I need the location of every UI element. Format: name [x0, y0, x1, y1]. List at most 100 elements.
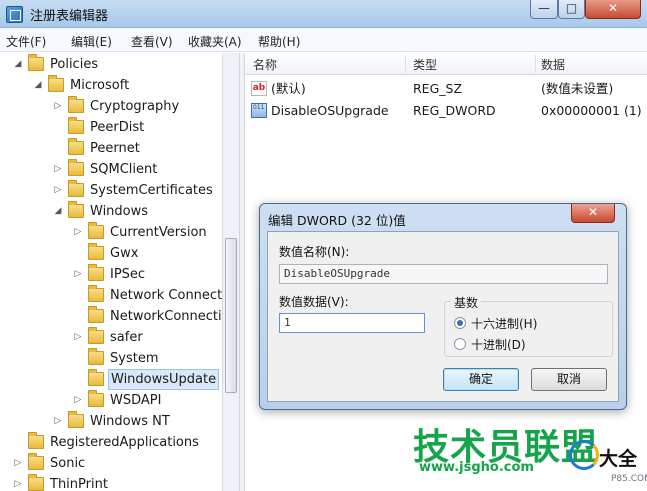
folder-icon — [88, 243, 104, 260]
value-data: (数值未设置) — [541, 81, 614, 96]
tree-item-label: Sonic — [50, 456, 86, 471]
folder-icon — [28, 432, 44, 449]
tree-item-label: IPSec — [110, 267, 146, 282]
watermark-small-text: P85.COM — [611, 474, 647, 484]
ok-button[interactable]: 确定 — [443, 368, 519, 391]
tree-item-label: Network Connecti — [110, 288, 222, 303]
tree-item-label: System — [110, 351, 159, 366]
tree-item-label: SystemCertificates — [90, 183, 213, 198]
minimize-button[interactable]: — — [530, 0, 558, 19]
expand-arrow-icon[interactable]: ▷ — [53, 180, 63, 201]
watermark-sub: 大全 — [599, 448, 638, 470]
menu-favorites[interactable]: 收藏夹(A) — [188, 33, 242, 50]
dialog-body: 数值名称(N): DisableOSUpgrade 数值数据(V): 1 基数 … — [267, 231, 619, 402]
folder-icon — [88, 285, 104, 302]
expand-arrow-icon[interactable]: ▷ — [13, 474, 23, 491]
folder-icon — [88, 264, 104, 281]
value-row-default[interactable]: ab (默认) REG_SZ (数值未设置) — [245, 78, 647, 100]
expand-arrow-icon[interactable]: ▷ — [53, 411, 63, 432]
folder-icon — [68, 138, 84, 155]
menu-help[interactable]: 帮助(H) — [258, 33, 300, 50]
expand-arrow-icon[interactable]: ▷ — [53, 96, 63, 117]
tree-item-label: safer — [110, 330, 143, 345]
tree-item-label: WindowsUpdate — [108, 369, 220, 390]
folder-icon — [28, 54, 44, 71]
value-row-disableosupgrade[interactable]: DisableOSUpgrade REG_DWORD 0x00000001 (1… — [245, 100, 647, 122]
tree-item-label: RegisteredApplications — [50, 435, 199, 450]
tree-item-label: Microsoft — [70, 78, 130, 93]
value-type: REG_DWORD — [413, 103, 496, 118]
tree-scrollbar[interactable] — [222, 53, 239, 491]
folder-icon — [68, 201, 84, 218]
collapse-arrow-icon[interactable]: ◢ — [33, 75, 43, 96]
folder-icon — [68, 159, 84, 176]
column-divider[interactable] — [535, 55, 536, 73]
expand-arrow-icon[interactable]: ▷ — [73, 264, 83, 285]
folder-icon — [88, 222, 104, 239]
tree-item-label: NetworkConnectiv — [110, 309, 222, 324]
title-bar: 注册表编辑器 — □ ✕ — [0, 0, 647, 28]
column-header-type[interactable]: 类型 — [413, 56, 437, 73]
base-group-title: 基数 — [451, 294, 482, 311]
expand-arrow-icon[interactable]: ▷ — [13, 453, 23, 474]
column-header-data[interactable]: 数据 — [541, 56, 565, 73]
folder-icon — [68, 411, 84, 428]
watermark-logo-icon — [569, 440, 599, 470]
expand-arrow-icon[interactable]: ▷ — [53, 159, 63, 180]
tree-item-label: WSDAPI — [110, 393, 162, 408]
registry-app-icon — [6, 6, 23, 23]
folder-icon — [48, 75, 64, 92]
tree-item-label: Gwx — [110, 246, 139, 261]
decimal-radio-label[interactable]: 十进制(D) — [471, 336, 526, 353]
hex-radio[interactable] — [454, 317, 466, 329]
edit-dword-dialog: 编辑 DWORD (32 位)值 ✕ 数值名称(N): DisableOSUpg… — [259, 203, 627, 410]
collapse-arrow-icon[interactable]: ◢ — [13, 54, 23, 75]
dialog-title: 编辑 DWORD (32 位)值 — [268, 213, 406, 228]
registry-tree: ◢ Policies ◢ Microsoft ▷ Cryptography Pe… — [0, 53, 222, 491]
dialog-close-button[interactable]: ✕ — [571, 204, 615, 223]
folder-icon — [88, 369, 104, 386]
menu-bar: 文件(F) 编辑(E) 查看(V) 收藏夹(A) 帮助(H) — [0, 28, 647, 52]
tree-item-label: Windows NT — [90, 414, 170, 429]
window-title: 注册表编辑器 — [30, 9, 109, 24]
folder-icon — [28, 453, 44, 470]
expand-arrow-icon[interactable]: ▷ — [73, 327, 83, 348]
folder-icon — [68, 117, 84, 134]
value-name-label: 数值名称(N): — [279, 245, 350, 259]
tree-item-label: Policies — [50, 57, 99, 72]
close-button[interactable]: ✕ — [585, 0, 641, 19]
value-name: (默认) — [271, 81, 306, 96]
tree-item-label: Peernet — [90, 141, 140, 156]
hex-radio-label[interactable]: 十六进制(H) — [471, 315, 537, 332]
tree-item-label: CurrentVersion — [110, 225, 207, 240]
tree-item-label: PeerDist — [90, 120, 145, 135]
folder-icon — [68, 96, 84, 113]
collapse-arrow-icon[interactable]: ◢ — [53, 201, 63, 222]
value-data-label: 数值数据(V): — [279, 295, 349, 309]
menu-edit[interactable]: 编辑(E) — [71, 33, 112, 50]
list-header: 名称 类型 数据 — [245, 53, 647, 75]
tree-item-label: SQMClient — [90, 162, 158, 177]
value-data: 0x00000001 (1) — [541, 103, 642, 118]
scrollbar-thumb[interactable] — [225, 238, 237, 393]
registry-editor-window: 注册表编辑器 — □ ✕ 文件(F) 编辑(E) 查看(V) 收藏夹(A) 帮助… — [0, 0, 647, 491]
watermark: 技术员联盟 大全 www.jsgho.com P85.COM — [413, 418, 647, 491]
expand-arrow-icon[interactable]: ▷ — [73, 222, 83, 243]
folder-icon — [88, 327, 104, 344]
value-name: DisableOSUpgrade — [271, 103, 389, 118]
column-header-name[interactable]: 名称 — [253, 56, 277, 73]
decimal-radio[interactable] — [454, 338, 466, 350]
menu-file[interactable]: 文件(F) — [6, 33, 46, 50]
value-data-input[interactable]: 1 — [279, 313, 425, 333]
string-value-icon: ab — [251, 81, 267, 96]
folder-icon — [88, 306, 104, 323]
cancel-button[interactable]: 取消 — [531, 368, 607, 391]
value-type: REG_SZ — [413, 81, 463, 96]
menu-view[interactable]: 查看(V) — [131, 33, 173, 50]
value-name-field[interactable]: DisableOSUpgrade — [279, 264, 608, 284]
maximize-button[interactable]: □ — [558, 0, 585, 19]
column-divider[interactable] — [405, 55, 406, 73]
tree-item-label: Windows — [90, 204, 149, 219]
expand-arrow-icon[interactable]: ▷ — [73, 390, 83, 411]
folder-icon — [28, 474, 44, 491]
